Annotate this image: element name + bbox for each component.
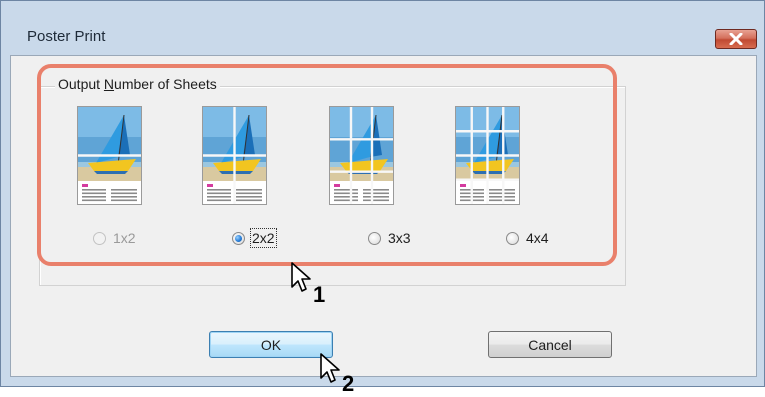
cursor-arrow-icon (320, 353, 340, 383)
highlight-frame (37, 64, 617, 266)
close-button[interactable] (715, 29, 757, 49)
step-number-1: 1 (313, 282, 326, 307)
ok-button[interactable]: OK (209, 331, 333, 358)
close-icon (729, 33, 743, 45)
cursor-arrow-icon (291, 262, 311, 292)
cancel-button[interactable]: Cancel (488, 331, 612, 358)
title-bar[interactable]: Poster Print (1, 1, 765, 49)
step-number-2: 2 (342, 371, 355, 396)
poster-print-dialog: Poster Print Output Number of Sheets 1x2… (0, 0, 765, 387)
dialog-title: Poster Print (27, 28, 106, 45)
dialog-client-area: Output Number of Sheets 1x2 2x2 3x3 4x4 … (10, 55, 757, 377)
